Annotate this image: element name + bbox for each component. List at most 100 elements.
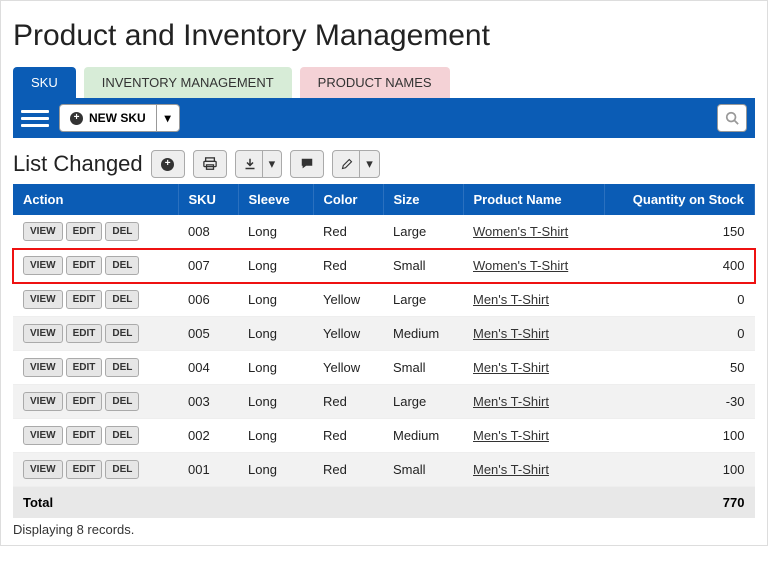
menu-icon[interactable]	[21, 105, 49, 131]
edit-button[interactable]: EDIT	[66, 392, 103, 411]
cell-size: Small	[383, 453, 463, 487]
cell-color: Red	[313, 453, 383, 487]
view-button[interactable]: VIEW	[23, 324, 63, 343]
new-sku-dropdown[interactable]: ▾	[156, 105, 179, 131]
delete-button[interactable]: DEL	[105, 256, 139, 275]
product-link[interactable]: Men's T-Shirt	[473, 462, 549, 477]
cell-quantity: 400	[605, 249, 755, 283]
download-button[interactable]: ▾	[235, 150, 283, 178]
product-link[interactable]: Men's T-Shirt	[473, 360, 549, 375]
tab-product-names[interactable]: PRODUCT NAMES	[300, 67, 450, 98]
plus-icon: +	[70, 112, 83, 125]
status-text: Displaying 8 records.	[13, 522, 755, 537]
col-action: Action	[13, 184, 178, 215]
cell-color: Yellow	[313, 317, 383, 351]
edit-icon	[341, 158, 353, 170]
view-button[interactable]: VIEW	[23, 222, 63, 241]
col-product-name: Product Name	[463, 184, 605, 215]
cell-quantity: 0	[605, 283, 755, 317]
delete-button[interactable]: DEL	[105, 460, 139, 479]
view-button[interactable]: VIEW	[23, 256, 63, 275]
cell-sleeve: Long	[238, 249, 313, 283]
cell-quantity: 150	[605, 215, 755, 249]
cell-color: Yellow	[313, 283, 383, 317]
col-sku: SKU	[178, 184, 238, 215]
edit-button[interactable]: EDIT	[66, 256, 103, 275]
edit-list-dropdown[interactable]: ▾	[359, 151, 379, 177]
cell-size: Small	[383, 351, 463, 385]
cell-sleeve: Long	[238, 351, 313, 385]
search-button[interactable]	[717, 104, 747, 132]
cell-sku: 004	[178, 351, 238, 385]
cell-sku: 001	[178, 453, 238, 487]
delete-button[interactable]: DEL	[105, 392, 139, 411]
new-sku-button[interactable]: + NEW SKU ▾	[59, 104, 180, 132]
cell-quantity: 100	[605, 419, 755, 453]
edit-button[interactable]: EDIT	[66, 426, 103, 445]
cell-quantity: 0	[605, 317, 755, 351]
cell-sku: 006	[178, 283, 238, 317]
edit-button[interactable]: EDIT	[66, 290, 103, 309]
col-size: Size	[383, 184, 463, 215]
product-link[interactable]: Men's T-Shirt	[473, 292, 549, 307]
comment-button[interactable]	[290, 150, 324, 178]
product-link[interactable]: Women's T-Shirt	[473, 224, 568, 239]
cell-color: Red	[313, 215, 383, 249]
tab-bar: SKU INVENTORY MANAGEMENT PRODUCT NAMES	[13, 67, 755, 98]
product-link[interactable]: Women's T-Shirt	[473, 258, 568, 273]
table-row: VIEWEDITDEL003LongRedLargeMen's T-Shirt-…	[13, 385, 755, 419]
cell-quantity: 50	[605, 351, 755, 385]
product-link[interactable]: Men's T-Shirt	[473, 428, 549, 443]
delete-button[interactable]: DEL	[105, 290, 139, 309]
delete-button[interactable]: DEL	[105, 358, 139, 377]
cell-color: Red	[313, 385, 383, 419]
add-button[interactable]: +	[151, 150, 185, 178]
download-icon	[244, 158, 256, 170]
col-sleeve: Sleeve	[238, 184, 313, 215]
tab-sku[interactable]: SKU	[13, 67, 76, 98]
edit-button[interactable]: EDIT	[66, 324, 103, 343]
cell-sleeve: Long	[238, 317, 313, 351]
primary-toolbar: + NEW SKU ▾	[13, 98, 755, 138]
view-button[interactable]: VIEW	[23, 426, 63, 445]
view-button[interactable]: VIEW	[23, 358, 63, 377]
plus-icon: +	[161, 158, 174, 171]
search-icon	[725, 111, 739, 125]
cell-size: Small	[383, 249, 463, 283]
table-row: VIEWEDITDEL005LongYellowMediumMen's T-Sh…	[13, 317, 755, 351]
table-row: VIEWEDITDEL 001LongRedSmall Men's T-Shirt 1…	[13, 453, 755, 487]
table-row: VIEWEDITDEL006LongYellowLargeMen's T-Shi…	[13, 283, 755, 317]
print-button[interactable]	[193, 150, 227, 178]
delete-button[interactable]: DEL	[105, 324, 139, 343]
view-button[interactable]: VIEW	[23, 290, 63, 309]
edit-button[interactable]: EDIT	[66, 222, 103, 241]
edit-list-button[interactable]: ▾	[332, 150, 380, 178]
edit-button[interactable]: EDIT	[66, 358, 103, 377]
delete-button[interactable]: DEL	[105, 426, 139, 445]
delete-button[interactable]: DEL	[105, 222, 139, 241]
download-dropdown[interactable]: ▾	[262, 151, 282, 177]
comment-icon	[300, 157, 314, 171]
tab-inventory-management[interactable]: INVENTORY MANAGEMENT	[84, 67, 292, 98]
table-row: VIEWEDITDEL004LongYellowSmallMen's T-Shi…	[13, 351, 755, 385]
product-link[interactable]: Men's T-Shirt	[473, 326, 549, 341]
cell-sku: 002	[178, 419, 238, 453]
view-button[interactable]: VIEW	[23, 460, 63, 479]
cell-sleeve: Long	[238, 453, 313, 487]
total-quantity: 770	[605, 487, 755, 519]
cell-color: Red	[313, 419, 383, 453]
view-button[interactable]: VIEW	[23, 392, 63, 411]
inventory-table: Action SKU Sleeve Color Size Product Nam…	[13, 184, 755, 518]
cell-size: Medium	[383, 317, 463, 351]
product-link[interactable]: Men's T-Shirt	[473, 394, 549, 409]
cell-sleeve: Long	[238, 385, 313, 419]
cell-sku: 007	[178, 249, 238, 283]
cell-quantity: 100	[605, 453, 755, 487]
cell-color: Red	[313, 249, 383, 283]
edit-button[interactable]: EDIT	[66, 460, 103, 479]
cell-sku: 003	[178, 385, 238, 419]
table-row: VIEWEDITDEL008LongRedLargeWomen's T-Shir…	[13, 215, 755, 249]
cell-size: Large	[383, 215, 463, 249]
cell-sleeve: Long	[238, 419, 313, 453]
page-title: Product and Inventory Management	[13, 19, 755, 53]
